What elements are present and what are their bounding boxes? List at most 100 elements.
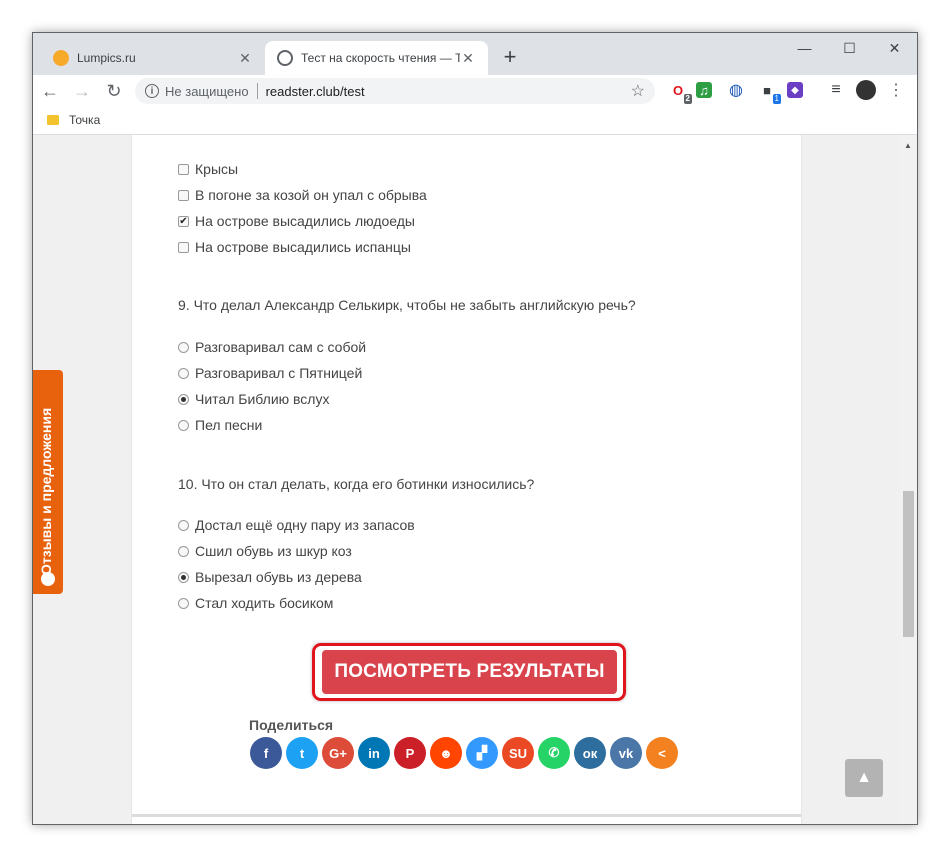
- tab-title: Lumpics.ru: [77, 51, 136, 65]
- avatar[interactable]: [856, 80, 876, 100]
- option-radio[interactable]: Пел песни: [178, 417, 262, 433]
- close-icon[interactable]: ✕: [460, 50, 476, 67]
- opera-icon[interactable]: O2: [668, 80, 692, 104]
- tab-lumpics[interactable]: Lumpics.ru ✕: [41, 41, 265, 75]
- checkbox[interactable]: [178, 189, 189, 201]
- globe-icon: [277, 50, 293, 66]
- odnoklassniki-icon[interactable]: ок: [574, 737, 606, 769]
- radio-selected[interactable]: [178, 393, 189, 405]
- view-results-button[interactable]: ПОСМОТРЕТЬ РЕЗУЛЬТАТЫ: [322, 650, 617, 694]
- linkedin-icon[interactable]: in: [358, 737, 390, 769]
- page-viewport: Крысы В погоне за козой он упал с обрыва…: [33, 135, 917, 824]
- scroll-to-top-button[interactable]: ▲: [845, 759, 883, 797]
- radio[interactable]: [178, 519, 189, 531]
- radio-selected[interactable]: [178, 571, 189, 583]
- checkbox[interactable]: [178, 163, 189, 175]
- folder-icon: [47, 115, 59, 125]
- minimize-button[interactable]: —: [782, 33, 827, 63]
- google-plus-icon[interactable]: G+: [322, 737, 354, 769]
- twitter-icon[interactable]: t: [286, 737, 318, 769]
- cube-icon[interactable]: ■ 1: [757, 80, 781, 104]
- option-radio[interactable]: Стал ходить босиком: [178, 595, 333, 611]
- checkbox[interactable]: [178, 241, 189, 253]
- feedback-label: Отзывы и предложения: [38, 407, 54, 575]
- music-icon[interactable]: ♫: [696, 82, 712, 98]
- divider: [256, 83, 258, 99]
- menu-icon[interactable]: ⋮: [886, 80, 906, 100]
- option-label: Разговаривал сам с собой: [195, 339, 367, 355]
- share-label: Поделиться: [249, 717, 334, 733]
- radio[interactable]: [178, 341, 189, 353]
- address-bar[interactable]: i Не защищено readster.club/test ☆: [135, 78, 655, 104]
- share-buttons: f t G+ in P ☻ ▞ SU ✆ ок vk <: [250, 737, 682, 769]
- maximize-button[interactable]: ☐: [827, 33, 872, 63]
- pinterest-icon[interactable]: P: [394, 737, 426, 769]
- share-more-icon[interactable]: <: [646, 737, 678, 769]
- option-radio[interactable]: Разговаривал с Пятницей: [178, 365, 362, 381]
- option-radio[interactable]: Сшил обувь из шкур коз: [178, 543, 352, 559]
- security-label[interactable]: Не защищено: [165, 84, 249, 99]
- facebook-icon[interactable]: f: [250, 737, 282, 769]
- option-label: Стал ходить босиком: [195, 595, 334, 611]
- back-button[interactable]: ←: [35, 77, 65, 105]
- option-checkbox[interactable]: В погоне за козой он упал с обрыва: [178, 187, 427, 203]
- option-radio[interactable]: Читал Библию вслух: [178, 391, 329, 407]
- media-icon[interactable]: ≡: [826, 80, 846, 100]
- tab-title: Тест на скорость чтения — Тре: [301, 51, 460, 65]
- option-checkbox[interactable]: Крысы: [178, 161, 238, 177]
- checkbox-checked[interactable]: ✔: [178, 215, 189, 227]
- option-label: Сшил обувь из шкур коз: [195, 543, 352, 559]
- reddit-icon[interactable]: ☻: [430, 737, 462, 769]
- close-window-button[interactable]: ✕: [872, 33, 917, 63]
- scrollbar-thumb[interactable]: [903, 491, 914, 637]
- page-content: Крысы В погоне за козой он упал с обрыва…: [131, 135, 802, 824]
- option-label: На острове высадились испанцы: [195, 239, 411, 255]
- scroll-up-icon[interactable]: ▲: [904, 141, 912, 150]
- delicious-icon[interactable]: ▞: [466, 737, 498, 769]
- forward-button[interactable]: →: [67, 77, 97, 105]
- bookmark-star-icon[interactable]: ☆: [631, 81, 645, 101]
- extension-badge: 1: [772, 94, 781, 104]
- tab-readster[interactable]: Тест на скорость чтения — Тре ✕: [265, 41, 488, 75]
- option-radio[interactable]: Достал ещё одну пару из запасов: [178, 517, 415, 533]
- option-label: На острове высадились людоеды: [195, 213, 415, 229]
- option-checkbox[interactable]: ✔ На острове высадились людоеды: [178, 213, 415, 229]
- radio[interactable]: [178, 545, 189, 557]
- stumbleupon-icon[interactable]: SU: [502, 737, 534, 769]
- option-label: Крысы: [195, 161, 239, 177]
- option-label: Разговаривал с Пятницей: [195, 365, 363, 381]
- vk-icon[interactable]: vk: [610, 737, 642, 769]
- bookmarks-bar: Точка: [33, 107, 917, 135]
- option-radio[interactable]: Вырезал обувь из дерева: [178, 569, 362, 585]
- toolbar: ← → ↻ i Не защищено readster.club/test ☆: [33, 75, 917, 107]
- window-controls: — ☐ ✕: [782, 33, 917, 63]
- option-radio[interactable]: Разговаривал сам с собой: [178, 339, 366, 355]
- bookmark-label: Точка: [69, 113, 101, 127]
- radio[interactable]: [178, 367, 189, 379]
- new-tab-button[interactable]: +: [497, 45, 523, 71]
- info-icon[interactable]: i: [145, 84, 159, 98]
- extension-badge: 2: [683, 94, 692, 104]
- reload-button[interactable]: ↻: [99, 77, 129, 105]
- purple-ext-icon[interactable]: ◆: [787, 82, 803, 98]
- radio[interactable]: [178, 597, 189, 609]
- option-label: Достал ещё одну пару из запасов: [195, 517, 415, 533]
- whatsapp-icon[interactable]: ✆: [538, 737, 570, 769]
- option-label: В погоне за козой он упал с обрыва: [195, 187, 427, 203]
- feedback-tab[interactable]: Отзывы и предложения: [33, 370, 63, 594]
- question-10: 10. Что он стал делать, когда его ботинк…: [178, 476, 535, 492]
- option-label: Читал Библию вслух: [195, 391, 330, 407]
- option-checkbox[interactable]: На острове высадились испанцы: [178, 239, 411, 255]
- url-text[interactable]: readster.club/test: [266, 84, 365, 99]
- option-label: Вырезал обувь из дерева: [195, 569, 362, 585]
- browser-window: Lumpics.ru ✕ Тест на скорость чтения — Т…: [32, 32, 918, 825]
- lumpics-favicon-icon: [53, 50, 69, 66]
- lightbulb-icon: [41, 572, 55, 586]
- bookmark-item[interactable]: Точка: [47, 113, 100, 127]
- radio[interactable]: [178, 419, 189, 431]
- scrollbar[interactable]: ▲: [900, 135, 917, 824]
- close-icon[interactable]: ✕: [237, 50, 253, 67]
- option-label: Пел песни: [195, 417, 263, 433]
- vpn-icon[interactable]: ◍: [726, 80, 746, 100]
- tab-strip: Lumpics.ru ✕ Тест на скорость чтения — Т…: [33, 33, 917, 75]
